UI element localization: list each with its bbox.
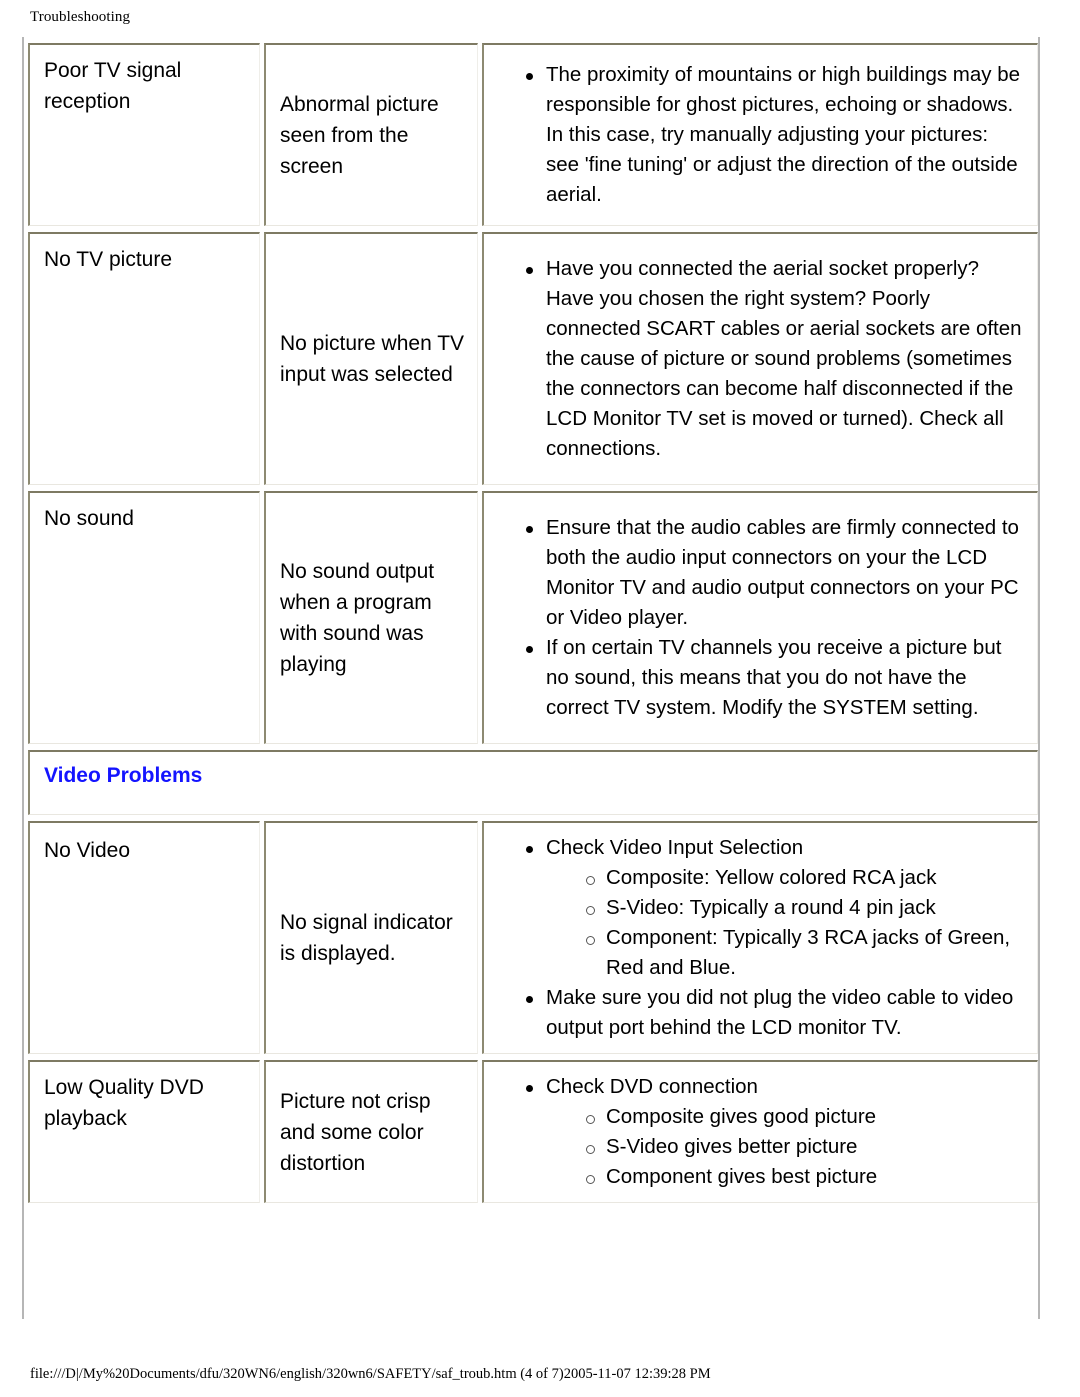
solution-text: Check Video Input Selection	[546, 836, 804, 859]
symptom-label: Poor TV signal reception	[44, 59, 182, 113]
table-body: Poor TV signal reception Abnormal pictur…	[28, 43, 1038, 1313]
solution-list: Have you connected the aerial socket pro…	[484, 254, 1025, 464]
solution-text: If on certain TV channels you receive a …	[546, 636, 1002, 719]
solution-subtext: Composite gives good picture	[606, 1105, 877, 1128]
solution-list: The proximity of mountains or high build…	[484, 60, 1025, 210]
solution-cell: Have you connected the aerial socket pro…	[482, 232, 1038, 485]
symptom-cell: Poor TV signal reception	[28, 43, 260, 226]
table-row-empty	[28, 1209, 1038, 1313]
solution-text: Make sure you did not plug the video cab…	[546, 986, 1014, 1039]
solution-list: Check DVD connection Composite gives goo…	[484, 1072, 1025, 1192]
solution-subtext: S-Video gives better picture	[606, 1135, 858, 1158]
table-row: Poor TV signal reception Abnormal pictur…	[28, 43, 1038, 226]
page-title: Troubleshooting	[30, 9, 131, 25]
solution-list: Check Video Input Selection Composite: Y…	[484, 833, 1025, 1043]
list-item: Component gives best picture	[584, 1162, 1025, 1192]
list-item: If on certain TV channels you receive a …	[524, 633, 1025, 723]
footer-path: file:///D|/My%20Documents/dfu/320WN6/eng…	[30, 1366, 711, 1382]
list-item: Ensure that the audio cables are firmly …	[524, 513, 1025, 633]
empty-spacer	[28, 1209, 1038, 1313]
table-row: Low Quality DVD playback Picture not cri…	[28, 1060, 1038, 1203]
solution-list: Ensure that the audio cables are firmly …	[484, 513, 1025, 723]
symptom-label: No sound	[44, 507, 134, 530]
troubleshooting-table-wrapper: Poor TV signal reception Abnormal pictur…	[22, 37, 1040, 1319]
solution-cell: Ensure that the audio cables are firmly …	[482, 491, 1038, 744]
detail-label: No sound output when a program with soun…	[280, 560, 435, 676]
symptom-cell: No TV picture	[28, 232, 260, 485]
symptom-cell: Low Quality DVD playback	[28, 1060, 260, 1203]
solution-cell: The proximity of mountains or high build…	[482, 43, 1038, 226]
detail-label: No signal indicator is displayed.	[280, 911, 453, 965]
detail-cell: Abnormal picture seen from the screen	[264, 43, 478, 226]
list-item: Have you connected the aerial socket pro…	[524, 254, 1025, 464]
solution-subtext: Component gives best picture	[606, 1165, 878, 1188]
detail-cell: No sound output when a program with soun…	[264, 491, 478, 744]
detail-cell: Picture not crisp and some color distort…	[264, 1060, 478, 1203]
solution-text: The proximity of mountains or high build…	[546, 63, 1021, 206]
solution-sublist: Composite gives good picture S-Video giv…	[546, 1102, 1025, 1192]
table-row: No Video No signal indicator is displaye…	[28, 821, 1038, 1054]
solution-subtext: S-Video: Typically a round 4 pin jack	[606, 896, 936, 919]
table-row: No TV picture No picture when TV input w…	[28, 232, 1038, 485]
symptom-label: Low Quality DVD playback	[44, 1076, 204, 1130]
list-item: S-Video: Typically a round 4 pin jack	[584, 893, 1025, 923]
solution-subtext: Composite: Yellow colored RCA jack	[606, 866, 937, 889]
section-heading-label: Video Problems	[44, 764, 203, 787]
list-item: Make sure you did not plug the video cab…	[524, 983, 1025, 1043]
section-heading-cell: Video Problems	[28, 750, 1038, 815]
detail-label: No picture when TV input was selected	[280, 332, 465, 386]
symptom-label: No Video	[44, 839, 131, 862]
symptom-cell: No Video	[28, 821, 260, 1054]
solution-text: Ensure that the audio cables are firmly …	[546, 516, 1019, 629]
list-item: Check DVD connection Composite gives goo…	[524, 1072, 1025, 1192]
list-item: S-Video gives better picture	[584, 1132, 1025, 1162]
solution-cell: Check Video Input Selection Composite: Y…	[482, 821, 1038, 1054]
symptom-label: No TV picture	[44, 248, 172, 271]
solution-cell: Check DVD connection Composite gives goo…	[482, 1060, 1038, 1203]
symptom-cell: No sound	[28, 491, 260, 744]
solution-sublist: Composite: Yellow colored RCA jack S-Vid…	[546, 863, 1025, 983]
list-item: Component: Typically 3 RCA jacks of Gree…	[584, 923, 1025, 983]
list-item: Composite: Yellow colored RCA jack	[584, 863, 1025, 893]
troubleshooting-table: Poor TV signal reception Abnormal pictur…	[24, 37, 1042, 1319]
solution-text: Check DVD connection	[546, 1075, 758, 1098]
list-item: Composite gives good picture	[584, 1102, 1025, 1132]
list-item: The proximity of mountains or high build…	[524, 60, 1025, 210]
section-heading-row: Video Problems	[28, 750, 1038, 815]
section-heading-inner: Video Problems	[30, 752, 1037, 814]
solution-text: Have you connected the aerial socket pro…	[546, 257, 1022, 460]
empty-cell	[28, 1209, 1038, 1313]
list-item: Check Video Input Selection Composite: Y…	[524, 833, 1025, 983]
detail-cell: No picture when TV input was selected	[264, 232, 478, 485]
solution-subtext: Component: Typically 3 RCA jacks of Gree…	[606, 926, 1011, 979]
detail-label: Picture not crisp and some color distort…	[280, 1089, 431, 1175]
detail-cell: No signal indicator is displayed.	[264, 821, 478, 1054]
detail-label: Abnormal picture seen from the screen	[280, 92, 439, 178]
table-row: No sound No sound output when a program …	[28, 491, 1038, 744]
